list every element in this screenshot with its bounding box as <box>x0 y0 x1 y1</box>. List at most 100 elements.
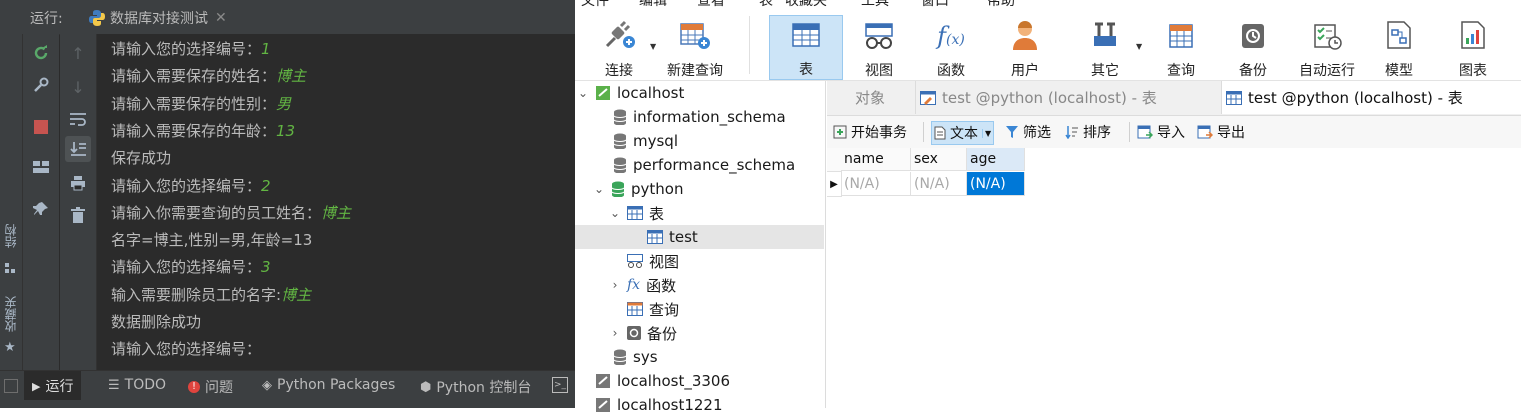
tree-node-performance-schema[interactable]: performance_schema <box>613 153 795 177</box>
database-icon <box>613 157 627 173</box>
tab-test-table-1[interactable]: test @python (localhost) - 表 <box>915 81 1224 114</box>
connection-icon <box>596 398 610 412</box>
bottom-tab-run[interactable]: ▶ 运行 <box>24 371 82 403</box>
tree-label-localhost1221: localhost1221 <box>617 396 723 414</box>
table-button[interactable]: 表 <box>769 15 843 80</box>
chevron-down-icon[interactable]: ⌄ <box>593 182 605 196</box>
view-icon <box>865 23 893 49</box>
export-button[interactable]: 导出 <box>1197 121 1245 143</box>
cell-sex[interactable]: (N/A) <box>911 172 967 196</box>
connect-label: 连接 <box>605 63 633 79</box>
tree-node-localhost[interactable]: ⌄ localhost <box>577 81 684 105</box>
console-text: 数据删除成功 <box>111 313 202 331</box>
tree-node-views[interactable]: 视图 <box>627 249 679 273</box>
table-icon <box>792 23 820 47</box>
bottom-tab-problems-label: 问题 <box>205 380 233 396</box>
model-button[interactable]: 模型 <box>1377 14 1421 80</box>
terminal-icon[interactable]: >_ <box>552 377 568 393</box>
text-view-button[interactable]: 文本 ▼ <box>931 121 995 145</box>
cell-age[interactable]: (N/A) <box>967 172 1025 196</box>
tree-label-views: 视图 <box>649 252 680 271</box>
begin-transaction-button[interactable]: 开始事务 <box>833 121 907 143</box>
settings-button[interactable] <box>28 72 54 98</box>
layout-button[interactable] <box>28 154 54 180</box>
bottom-tab-python-console[interactable]: ⬢ Python 控制台 <box>420 377 531 397</box>
scroll-up-button[interactable]: ↑ <box>65 40 91 66</box>
tree-label-localhost-3306: localhost_3306 <box>617 372 731 390</box>
soft-wrap-button[interactable] <box>65 106 91 132</box>
user-label: 用户 <box>1011 63 1039 79</box>
tree-node-python[interactable]: ⌄ python <box>593 177 684 201</box>
backup-button[interactable]: 备份 <box>1231 14 1275 80</box>
run-config-tab[interactable]: 数据库对接测试 ✕ <box>88 6 227 30</box>
status-bar <box>0 400 575 408</box>
console-line: 请输入需要保存的姓名：博主 <box>111 65 306 86</box>
chevron-down-icon[interactable]: ⌄ <box>577 86 589 100</box>
favorites-tool-label[interactable]: 收藏夹 <box>2 296 19 332</box>
bottom-tab-python-packages[interactable]: ◈ Python Packages <box>262 377 395 393</box>
run-tab-label: 数据库对接测试 <box>110 11 208 27</box>
rerun-icon <box>34 45 48 60</box>
console-output[interactable]: 请输入您的选择编号：1 请输入需要保存的姓名：博主 请输入需要保存的性别：男 请输入需… <box>97 34 575 370</box>
tree-label-functions: 函数 <box>646 276 677 295</box>
tree-node-tables[interactable]: ⌄ 表 <box>609 201 664 225</box>
chevron-down-icon[interactable]: ▼ <box>650 42 656 51</box>
ide-run-panel: 运行: 数据库对接测试 ✕ 结构 收藏夹 ★ ↑ ↓ 请输入您的选择编号：1 请… <box>0 0 575 408</box>
tree-node-queries[interactable]: 查询 <box>627 297 679 321</box>
tool-window-toggle-icon[interactable] <box>4 379 18 393</box>
tab-objects[interactable]: 对象 <box>827 81 913 114</box>
tab-test-table-2[interactable]: test @python (localhost) - 表 <box>1221 81 1521 114</box>
function-button[interactable]: f(x) 函数 <box>929 14 973 80</box>
console-text: 请输入需要保存的性别： <box>111 94 277 113</box>
console-text: 名字=博主,性别=男,年龄=13 <box>111 231 313 250</box>
column-header-name[interactable]: name <box>841 148 911 171</box>
chevron-down-icon[interactable]: ▼ <box>982 128 991 138</box>
user-button[interactable]: 用户 <box>1003 14 1047 80</box>
column-header-age[interactable]: age <box>967 148 1025 171</box>
pin-button[interactable] <box>28 196 54 222</box>
new-query-button[interactable]: 新建查询 <box>663 14 727 80</box>
model-label: 模型 <box>1385 63 1413 79</box>
chevron-right-icon[interactable]: › <box>609 326 621 340</box>
console-user-input: 博主 <box>321 203 352 222</box>
layout-icon <box>33 161 49 173</box>
print-button[interactable] <box>65 170 91 196</box>
tree-node-localhost1221[interactable]: localhost1221 <box>595 393 723 417</box>
scroll-to-end-button[interactable] <box>65 136 91 162</box>
query-button[interactable]: 查询 <box>1159 14 1203 80</box>
tree-node-backups[interactable]: › 备份 <box>609 321 677 345</box>
tree-node-localhost-3306[interactable]: localhost_3306 <box>595 369 730 393</box>
tree-node-mysql[interactable]: mysql <box>613 129 678 153</box>
chart-icon <box>1461 21 1485 49</box>
bottom-tab-todo[interactable]: ☰ TODO <box>108 377 166 393</box>
tree-node-information-schema[interactable]: information_schema <box>613 105 786 129</box>
backup-label: 备份 <box>1239 63 1267 79</box>
bottom-tab-run-label: 运行 <box>45 379 74 395</box>
chevron-right-icon[interactable]: › <box>609 278 621 292</box>
bottom-tab-problems[interactable]: ! 问题 <box>188 377 233 397</box>
row-indicator-icon[interactable]: ▶ <box>827 172 842 197</box>
tree-node-test[interactable]: test <box>575 225 824 249</box>
other-button[interactable]: 其它 <box>1083 14 1127 80</box>
stop-button[interactable] <box>28 114 54 140</box>
connect-button[interactable]: 连接 <box>597 14 641 80</box>
toolbar-divider <box>1129 122 1130 142</box>
sort-button[interactable]: 排序 <box>1065 121 1111 143</box>
auto-run-button[interactable]: 自动运行 <box>1295 14 1359 80</box>
chart-button[interactable]: 图表 <box>1451 14 1495 80</box>
cell-name[interactable]: (N/A) <box>841 172 911 196</box>
chevron-down-icon[interactable]: ⌄ <box>609 206 621 220</box>
tree-node-sys[interactable]: sys <box>613 345 658 369</box>
rerun-button[interactable] <box>28 40 54 66</box>
console-text: 请输入你需要查询的员工姓名： <box>111 203 322 222</box>
scroll-down-button[interactable]: ↓ <box>65 74 91 100</box>
filter-button[interactable]: 筛选 <box>1005 121 1051 143</box>
chevron-down-icon[interactable]: ▼ <box>1136 42 1142 51</box>
import-button[interactable]: 导入 <box>1137 121 1185 143</box>
tree-node-functions[interactable]: › fx 函数 <box>609 273 677 297</box>
view-button[interactable]: 视图 <box>857 14 901 80</box>
close-icon[interactable]: ✕ <box>215 10 227 26</box>
structure-tool-label[interactable]: 结构 <box>2 224 19 248</box>
clear-button[interactable] <box>65 202 91 228</box>
column-header-sex[interactable]: sex <box>911 148 967 171</box>
